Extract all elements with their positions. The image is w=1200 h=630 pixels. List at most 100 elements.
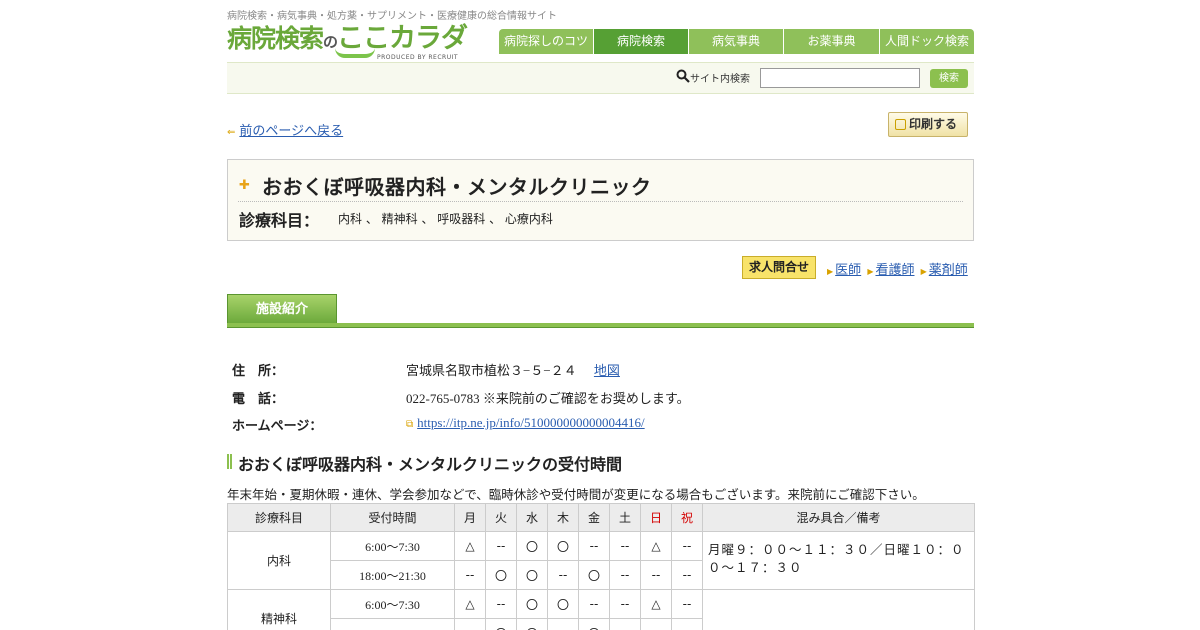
header-hol: 祝	[671, 503, 703, 532]
cell-mark: --	[671, 589, 703, 619]
external-link-icon: ⧉	[406, 419, 414, 430]
global-nav: 病院探しのコツ 病院検索 病気事典 お薬事典 人間ドック検索	[499, 29, 974, 54]
site-search-bar: サイト内検索 検索	[227, 62, 974, 94]
row-time: 18:00～21:30	[330, 618, 455, 630]
cell-mark: △	[454, 531, 486, 561]
nav-item-dock[interactable]: 人間ドック検索	[880, 29, 974, 54]
homepage-row: ⧉ https://itp.ne.jp/info/5100000000000044…	[406, 415, 645, 431]
leaf-icon	[335, 48, 375, 58]
departments-value: 内科 、 精神科 、 呼吸器科 、 心療内科	[338, 212, 553, 226]
search-button[interactable]: 検索	[930, 69, 968, 88]
row-remarks: 月曜９：００～１１：３０／日曜１０：００～１７：３０	[702, 531, 975, 590]
phone-label: 電 話：	[232, 392, 285, 407]
logo-main-text: 病院検索	[227, 24, 324, 53]
table-row: 精神科 6:00～7:30 △ -- 〇 〇 -- -- △ --	[227, 589, 975, 630]
header-wed: 水	[516, 503, 548, 532]
clinic-name: おおくぼ呼吸器内科・メンタルクリニック	[262, 175, 652, 199]
cell-mark: --	[578, 589, 610, 619]
recruit-link-nurse[interactable]: 看護師	[875, 263, 914, 278]
recruit-inquiry-button[interactable]: 求人問合せ	[742, 256, 816, 279]
header-thu: 木	[547, 503, 579, 532]
cell-mark: 〇	[485, 560, 517, 590]
cell-mark: --	[578, 531, 610, 561]
nav-item-tips[interactable]: 病院探しのコツ	[499, 29, 594, 54]
row-time: 6:00～7:30	[330, 531, 455, 561]
cell-mark: --	[454, 618, 486, 630]
search-label: サイト内検索	[690, 74, 750, 85]
hours-note: 年末年始・夏期休暇・連休、学会参加などで、臨時休診や受付時間が変更になる場合もご…	[227, 487, 925, 502]
print-button-label: 印刷する	[909, 117, 958, 131]
cell-mark: 〇	[516, 589, 548, 619]
row-time: 6:00～7:30	[330, 589, 455, 619]
cell-mark: 〇	[485, 618, 517, 630]
cell-mark: 〇	[547, 589, 579, 619]
address-value-row: 宮城県名取市植松３−５−２４ 地図	[406, 360, 620, 379]
cell-mark: --	[671, 618, 703, 630]
cell-mark: --	[609, 560, 641, 590]
cell-mark: △	[454, 589, 486, 619]
cell-mark: --	[609, 531, 641, 561]
table-header-row: 診療科目 受付時間 月 火 水 木 金 土 日 祝 混み具合／備考	[227, 503, 975, 532]
triangle-right-icon: ▶	[827, 267, 834, 276]
divider	[238, 201, 963, 202]
printer-icon	[895, 119, 906, 130]
print-button[interactable]: 印刷する	[888, 112, 968, 137]
homepage-link[interactable]: https://itp.ne.jp/info/51000000000000441…	[417, 415, 645, 430]
return-arrow-icon: ⇐	[227, 127, 236, 138]
cross-icon: ✚	[239, 178, 250, 193]
cell-mark: 〇	[516, 531, 548, 561]
cell-mark: --	[547, 560, 579, 590]
header-sat: 土	[609, 503, 641, 532]
cell-mark: △	[640, 531, 672, 561]
cell-mark: --	[547, 618, 579, 630]
row-remarks	[702, 589, 975, 630]
cell-mark: --	[609, 618, 641, 630]
header-sun: 日	[640, 503, 672, 532]
header-time: 受付時間	[330, 503, 455, 532]
search-icon	[676, 69, 690, 83]
cell-mark: --	[640, 560, 672, 590]
logo-byline: PRODUCED BY RECRUIT	[377, 54, 459, 61]
table-row: 内科 6:00～7:30 △ -- 〇 〇 -- -- △ -- 月曜９：００～…	[227, 531, 975, 590]
cell-mark: △	[640, 589, 672, 619]
cell-mark: 〇	[547, 531, 579, 561]
clinic-summary-box: ✚ おおくぼ呼吸器内科・メンタルクリニック 診療科目： 内科 、 精神科 、 呼…	[227, 159, 974, 241]
cell-mark: --	[640, 618, 672, 630]
nav-item-disease[interactable]: 病気事典	[689, 29, 784, 54]
nav-item-medicine[interactable]: お薬事典	[784, 29, 880, 54]
header-fri: 金	[578, 503, 610, 532]
header-tue: 火	[485, 503, 517, 532]
cell-mark: --	[485, 589, 517, 619]
cell-mark: 〇	[578, 618, 610, 630]
triangle-right-icon: ▶	[867, 267, 874, 276]
back-link[interactable]: 前のページへ戻る	[239, 124, 343, 139]
hours-table: 診療科目 受付時間 月 火 水 木 金 土 日 祝 混み具合／備考 内科 6:0…	[227, 503, 975, 630]
triangle-right-icon: ▶	[920, 267, 927, 276]
header-remarks: 混み具合／備考	[702, 503, 975, 532]
hours-title: おおくぼ呼吸器内科・メンタルクリニックの受付時間	[238, 455, 623, 474]
homepage-label: ホームページ：	[232, 419, 323, 434]
cell-mark: --	[671, 531, 703, 561]
recruit-link-doctor[interactable]: 医師	[835, 263, 861, 278]
map-link[interactable]: 地図	[594, 363, 620, 378]
site-logo[interactable]: 病院検索のここカラダ PRODUCED BY RECRUIT	[227, 24, 482, 64]
row-dept: 内科	[227, 531, 331, 590]
address-label: 住 所：	[232, 364, 285, 379]
heading-bar-icon	[227, 454, 232, 469]
recruit-link-pharmacist[interactable]: 薬剤師	[929, 263, 968, 278]
cell-mark: 〇	[516, 618, 548, 630]
header-dept: 診療科目	[227, 503, 331, 532]
row-time: 18:00～21:30	[330, 560, 455, 590]
tab-facility-info[interactable]: 施設紹介	[227, 294, 337, 324]
section-underline	[227, 323, 974, 328]
departments-label: 診療科目：	[239, 211, 320, 230]
nav-item-hospital-search[interactable]: 病院検索	[594, 29, 689, 54]
phone-value: 022-765-0783 ※来院前のご確認をお奨めします。	[406, 391, 690, 406]
cell-mark: --	[454, 560, 486, 590]
cell-mark: 〇	[516, 560, 548, 590]
cell-mark: --	[671, 560, 703, 590]
recruit-links: ▶ 医師 ▶ 看護師 ▶ 薬剤師	[825, 259, 968, 278]
search-input[interactable]	[760, 68, 920, 88]
cell-mark: --	[485, 531, 517, 561]
address-value: 宮城県名取市植松３−５−２４	[406, 363, 577, 378]
